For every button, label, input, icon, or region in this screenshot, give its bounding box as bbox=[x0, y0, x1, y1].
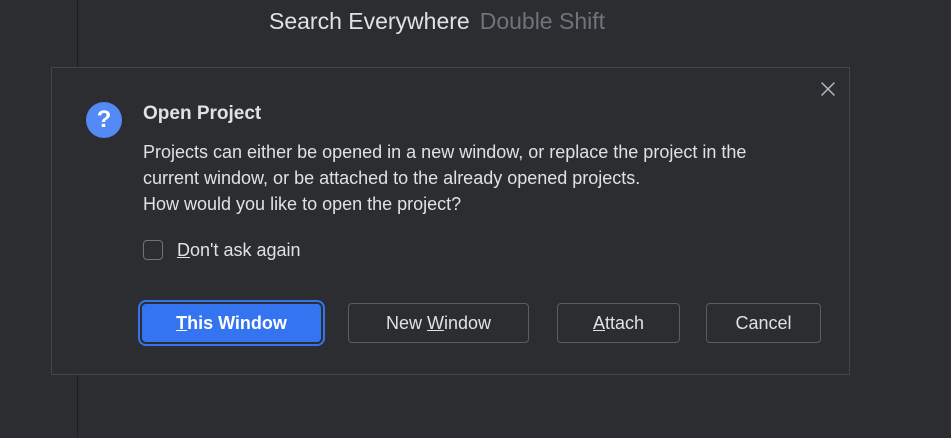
button-label: indow bbox=[443, 312, 492, 333]
ide-window: Search Everywhere Double Shift ? Open Pro… bbox=[0, 0, 951, 438]
dialog-title: Open Project bbox=[143, 103, 262, 124]
label-text: on't ask again bbox=[190, 240, 301, 260]
cancel-button[interactable]: Cancel bbox=[706, 303, 821, 343]
empty-editor-hint: Search Everywhere Double Shift bbox=[269, 6, 605, 36]
message-line: current window, or be attached to the al… bbox=[143, 168, 641, 188]
dialog-message: Projects can either be opened in a new w… bbox=[143, 139, 823, 217]
dont-ask-again-label[interactable]: Don't ask again bbox=[177, 238, 301, 262]
hint-shortcut: Double Shift bbox=[479, 8, 606, 34]
button-label: his Window bbox=[187, 312, 287, 333]
attach-button[interactable]: Attach bbox=[557, 303, 680, 343]
message-line: How would you like to open the project? bbox=[143, 194, 462, 214]
mnemonic: W bbox=[426, 312, 444, 333]
close-icon bbox=[821, 82, 835, 96]
mnemonic: D bbox=[177, 240, 190, 260]
dont-ask-again-checkbox-row[interactable]: Don't ask again bbox=[143, 238, 301, 262]
new-window-button[interactable]: New Window bbox=[348, 303, 529, 343]
mnemonic: T bbox=[176, 312, 188, 333]
message-line: Projects can either be opened in a new w… bbox=[143, 142, 747, 162]
close-button[interactable] bbox=[815, 76, 841, 102]
mnemonic: A bbox=[592, 312, 605, 333]
dont-ask-again-checkbox[interactable] bbox=[143, 240, 163, 260]
this-window-button[interactable]: This Window bbox=[142, 304, 321, 342]
open-project-dialog: ? Open Project Projects can either be op… bbox=[51, 67, 850, 375]
button-label: ttach bbox=[604, 312, 645, 333]
button-label: New bbox=[385, 312, 427, 333]
hint-action: Search Everywhere bbox=[269, 8, 470, 34]
question-icon: ? bbox=[86, 102, 122, 138]
